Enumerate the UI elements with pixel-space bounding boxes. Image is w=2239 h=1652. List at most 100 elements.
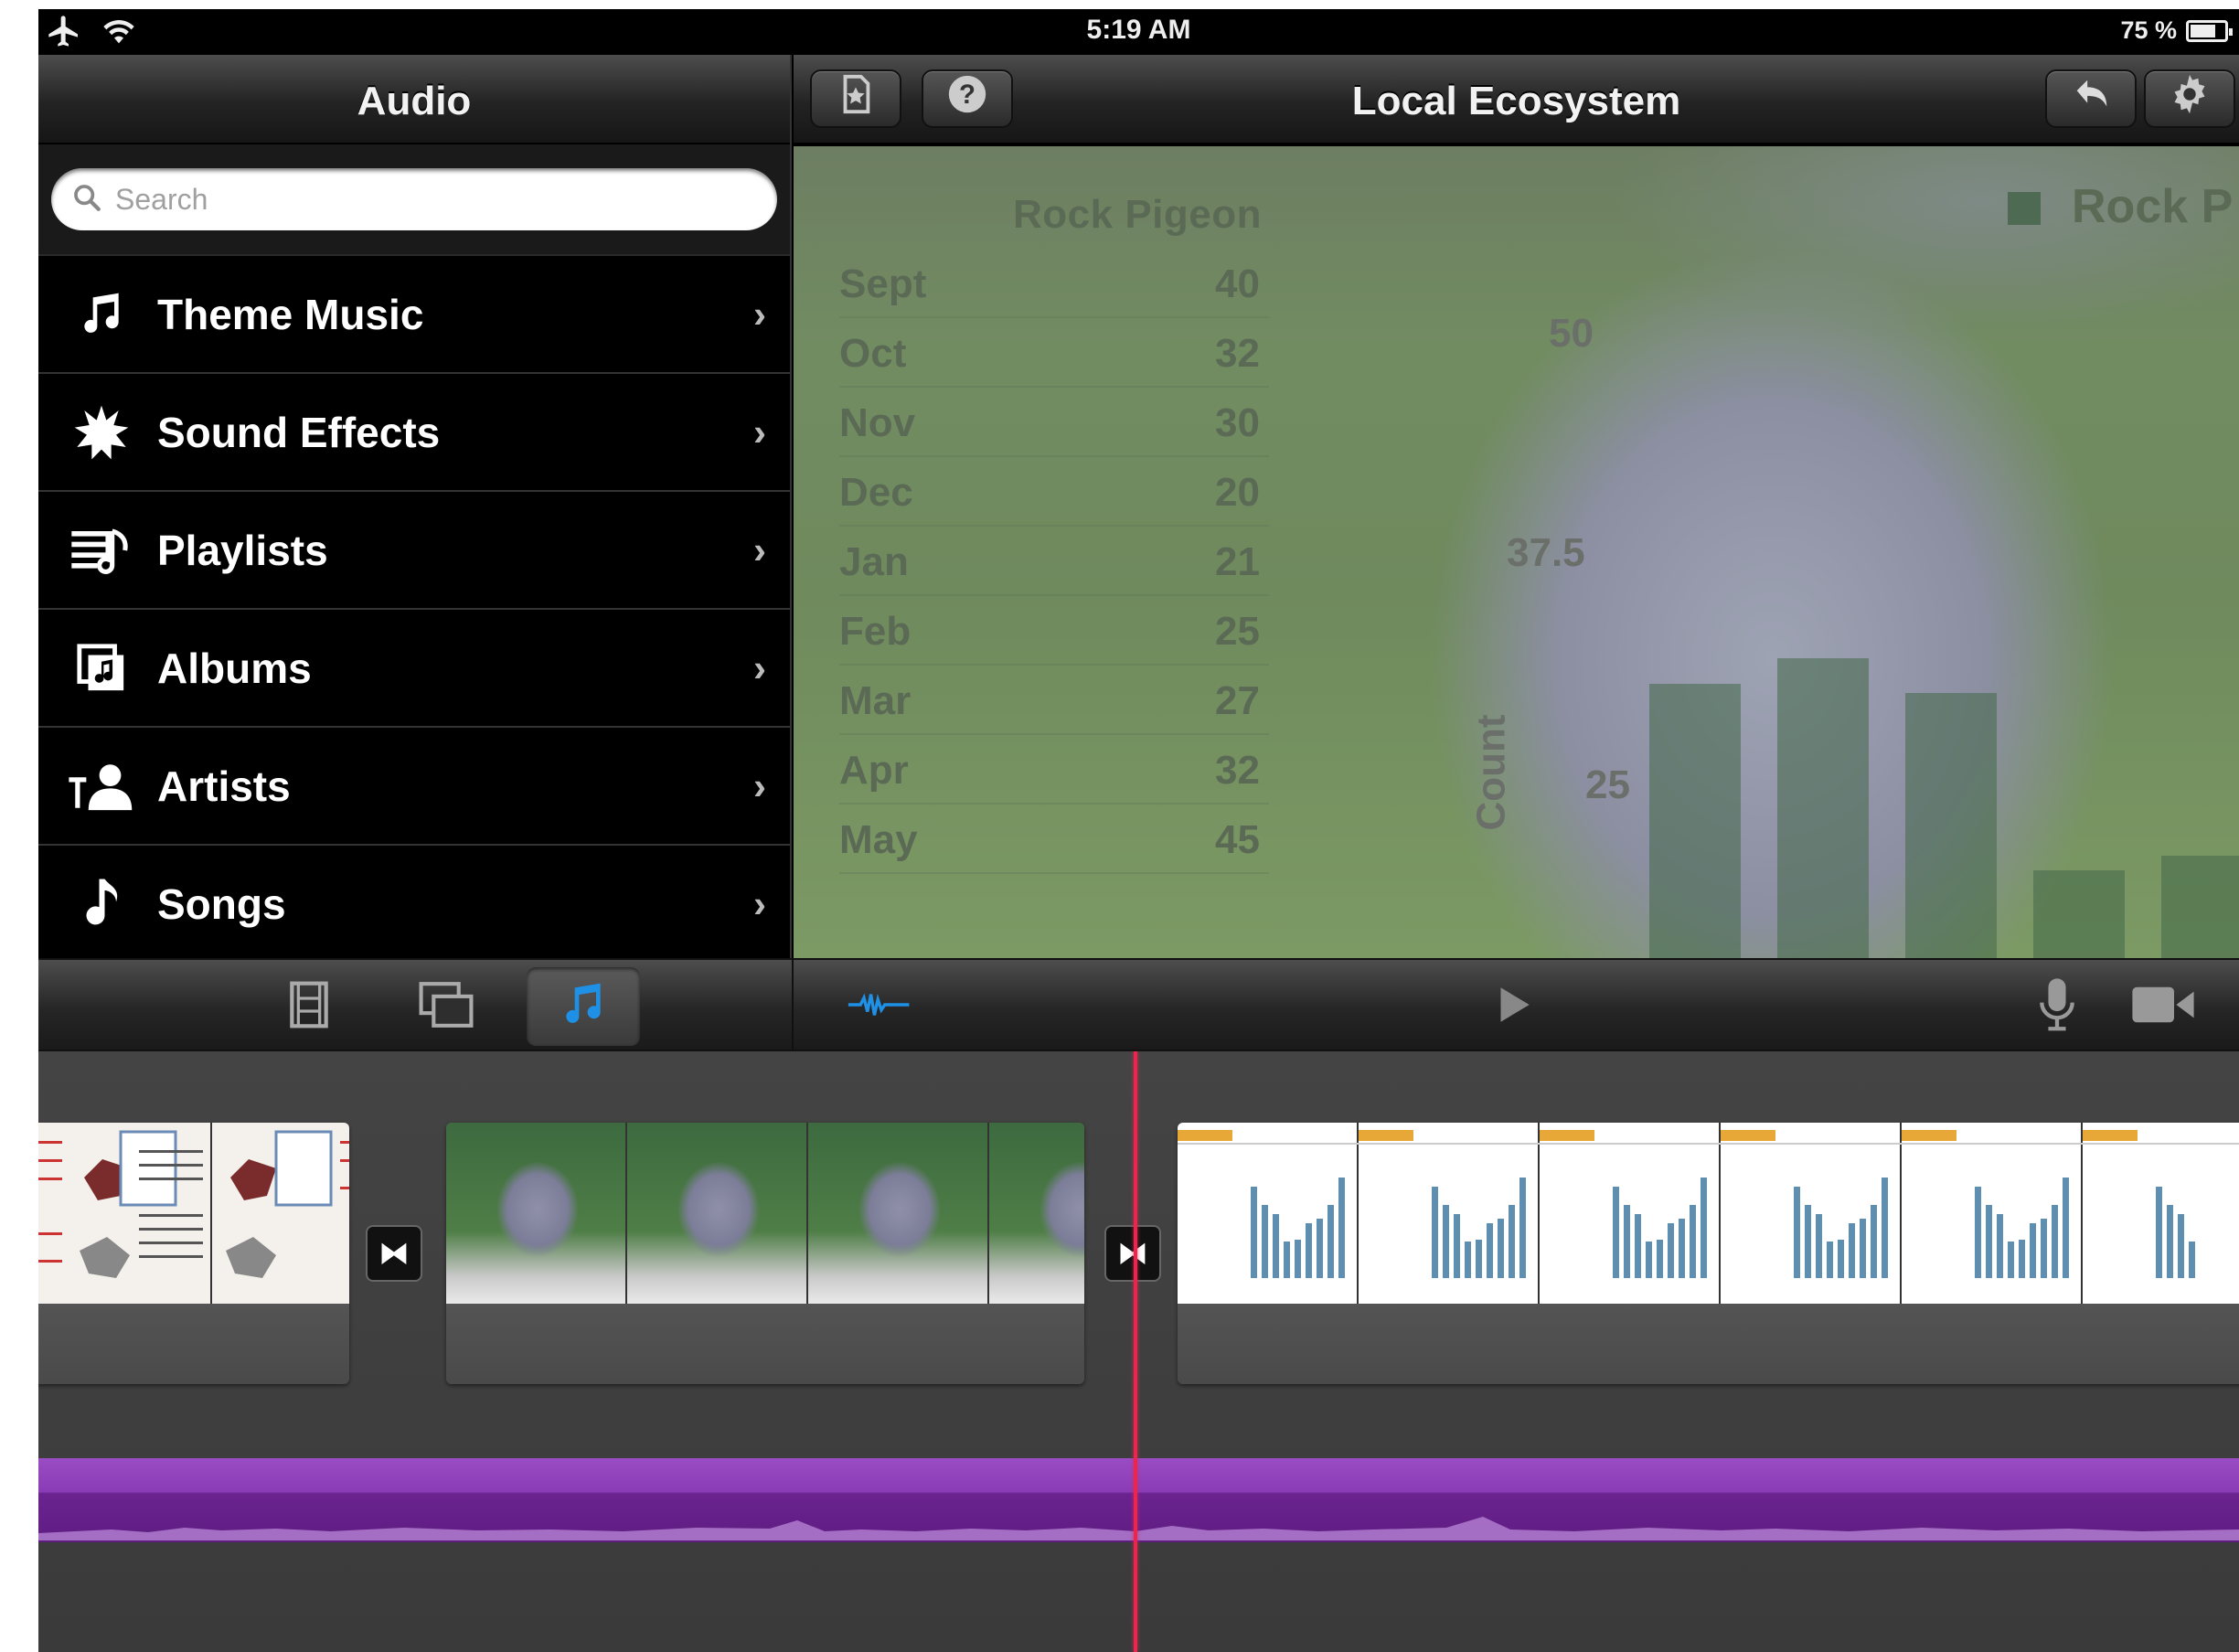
microphone-icon (2036, 976, 2078, 1038)
table-row: Nov 30 (839, 388, 1269, 457)
legend-swatch (2008, 192, 2041, 225)
viewer-nav-bar: ? Local Ecosystem (794, 55, 2239, 144)
table-row: Dec 20 (839, 457, 1269, 527)
undo-button[interactable] (2045, 69, 2137, 128)
chevron-right-icon: › (753, 646, 766, 689)
table-cell-value: 32 (1215, 748, 1260, 793)
audio-waveform (38, 1517, 2239, 1540)
chart-bar (1649, 684, 1741, 958)
music-note-icon (60, 282, 143, 346)
transition-icon: ⧓ (378, 1236, 410, 1271)
table-cell-value: 27 (1215, 678, 1260, 723)
battery-icon (2186, 19, 2233, 42)
viewer-panel: ? Local Ecosystem Rock Pigeon Sept 40 Oct… (794, 55, 2239, 958)
axis-tick-label: 50 (1549, 311, 1594, 356)
table-cell-value: 25 (1215, 609, 1260, 654)
list-item-theme-music[interactable]: Theme Music › (38, 256, 790, 374)
gear-icon (2169, 73, 2211, 124)
table-row: Apr 32 (839, 735, 1269, 805)
list-item-playlists[interactable]: Playlists › (38, 492, 790, 610)
list-item-label: Artists (157, 762, 291, 810)
table-cell-month: Mar (839, 678, 912, 723)
clip-frame (1902, 1123, 2083, 1304)
clip-frame (1721, 1123, 1902, 1304)
chart-bar (1777, 658, 1869, 958)
list-item-songs[interactable]: Songs › (38, 846, 790, 964)
browser-toolbar (38, 958, 2239, 1051)
list-item-sound-effects[interactable]: Sound Effects › (38, 374, 790, 492)
clip-frame (446, 1123, 627, 1304)
search-field[interactable] (51, 168, 777, 230)
album-icon (60, 636, 143, 700)
search-input[interactable] (115, 182, 751, 217)
playhead[interactable] (1134, 1051, 1137, 1652)
artist-icon (60, 754, 143, 818)
playlist-icon (60, 518, 143, 582)
table-row: Feb 25 (839, 596, 1269, 666)
list-item-label: Theme Music (157, 290, 424, 338)
table-row: Mar 27 (839, 666, 1269, 735)
clip-frame (808, 1123, 989, 1304)
clip-frame (1540, 1123, 1721, 1304)
ipad-screen: 5:19 AM 75 % Audio Theme Music › (38, 9, 2239, 1652)
music-note-icon (558, 979, 609, 1035)
table-cell-month: Sept (839, 261, 927, 306)
chevron-right-icon: › (753, 528, 766, 571)
table-cell-month: Oct (839, 331, 907, 376)
audio-nav-bar: Audio (38, 55, 790, 144)
list-item-albums[interactable]: Albums › (38, 610, 790, 728)
chart-bar (2161, 856, 2239, 958)
battery-level (2191, 24, 2215, 37)
table-cell-month: May (839, 817, 918, 862)
clip-frame (212, 1123, 349, 1304)
video-browser-tab[interactable] (252, 967, 366, 1046)
project-timeline[interactable]: ⧓ ⧓ (38, 1051, 2239, 1652)
list-item-artists[interactable]: Artists › (38, 728, 790, 846)
audio-waveform-toggle[interactable] (825, 967, 938, 1046)
table-cell-value: 30 (1215, 400, 1260, 445)
status-bar: 5:19 AM 75 % (38, 9, 2239, 55)
timeline-clip-document[interactable] (38, 1123, 349, 1384)
transition-button[interactable]: ⧓ (366, 1225, 422, 1282)
chevron-right-icon: › (753, 410, 766, 453)
list-item-label: Playlists (157, 526, 328, 574)
table-row: Jan 21 (839, 527, 1269, 596)
song-icon (60, 872, 143, 936)
audio-browser-panel: Audio Theme Music › Sound Effects › (38, 55, 792, 964)
status-time: 5:19 AM (1086, 15, 1191, 45)
play-button[interactable] (1455, 967, 1569, 1046)
clip-frame (989, 1123, 1084, 1304)
clip-frame (2083, 1123, 2239, 1304)
chart-bar (1905, 693, 1997, 958)
table-row: Sept 40 (839, 249, 1269, 318)
background-music-track[interactable] (38, 1458, 2239, 1542)
audio-panel-title: Audio (357, 79, 472, 123)
timeline-clip-chart[interactable] (1178, 1123, 2239, 1384)
video-preview[interactable]: Rock Pigeon Sept 40 Oct 32 Nov 30 Dec 20 Jan… (794, 146, 2239, 958)
audio-browser-tab[interactable] (527, 967, 640, 1046)
clip-frame (1359, 1123, 1540, 1304)
timeline-clip-pigeon[interactable] (446, 1123, 1084, 1384)
record-voiceover-button[interactable] (2000, 967, 2114, 1046)
photo-browser-tab[interactable] (389, 967, 503, 1046)
list-item-label: Sound Effects (157, 408, 441, 456)
toolbar-divider (792, 960, 794, 1051)
photos-icon (417, 979, 475, 1035)
table-cell-month: Jan (839, 539, 909, 584)
settings-button[interactable] (2144, 69, 2235, 128)
table-cell-value: 20 (1215, 470, 1260, 515)
chevron-right-icon: › (753, 882, 766, 925)
list-item-label: Songs (157, 879, 286, 928)
transition-icon: ⧓ (1117, 1236, 1148, 1271)
table-header: Rock Pigeon (1013, 192, 1262, 237)
project-title: Local Ecosystem (1351, 79, 1681, 123)
transition-button[interactable]: ⧓ (1104, 1225, 1161, 1282)
waveform-icon (847, 986, 916, 1028)
table-cell-value: 45 (1215, 817, 1260, 862)
camera-button[interactable] (2106, 967, 2220, 1046)
film-strip-icon (283, 979, 335, 1035)
list-item-label: Albums (157, 644, 312, 692)
table-row: Oct 32 (839, 318, 1269, 388)
battery-percent: 75 % (2120, 16, 2177, 44)
clip-frame (1178, 1123, 1359, 1304)
